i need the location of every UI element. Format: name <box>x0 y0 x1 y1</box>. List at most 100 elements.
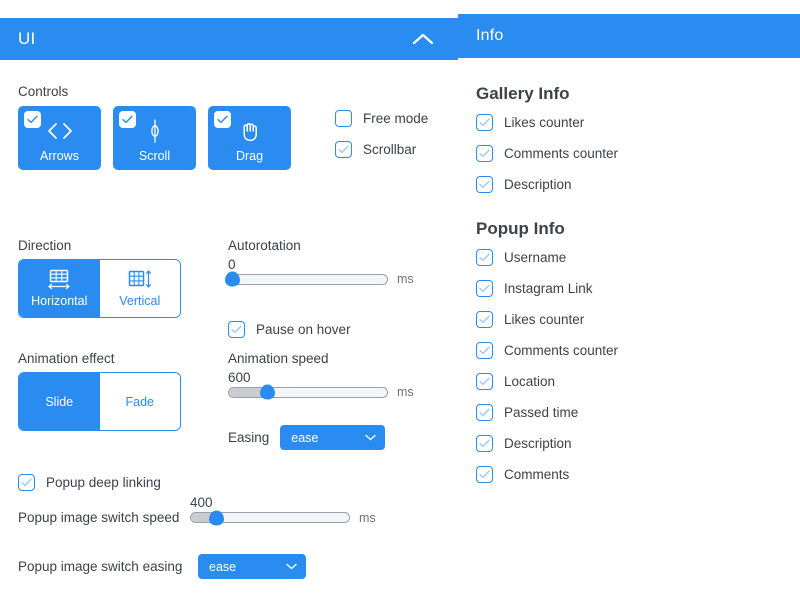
gallery-likes-counter-checkbox[interactable] <box>476 114 493 131</box>
controls-card-group: Arrows Scroll Drag <box>18 106 291 170</box>
autorotation-slider-thumb[interactable] <box>225 271 241 287</box>
popup-likes-counter-checkbox[interactable] <box>476 311 493 328</box>
popup-description-checkbox[interactable] <box>476 435 493 452</box>
gallery-description-checkbox[interactable] <box>476 176 493 193</box>
popup-comments-counter-checkbox[interactable] <box>476 342 493 359</box>
chevron-down-icon <box>286 563 297 570</box>
popup-likes-counter-label: Likes counter <box>504 312 585 327</box>
direction-option-horizontal-label: Horizontal <box>31 294 88 308</box>
control-card-arrows-label: Arrows <box>40 149 79 163</box>
popup-description-label: Description <box>504 436 572 451</box>
control-card-arrows[interactable]: Arrows <box>18 106 101 170</box>
gallery-comments-counter-label: Comments counter <box>504 146 619 161</box>
animation-speed-slider-thumb[interactable] <box>259 384 275 400</box>
gallery-likes-counter-row[interactable]: Likes counter <box>476 114 800 131</box>
direction-option-horizontal[interactable]: Horizontal <box>19 260 100 317</box>
control-card-arrows-checkbox[interactable] <box>24 111 41 128</box>
gallery-comments-counter-row[interactable]: Comments counter <box>476 145 800 162</box>
autorotation-value: 0 <box>228 256 236 272</box>
animation-speed-slider[interactable]: 600 ms <box>228 370 428 400</box>
popup-instagram-link-row[interactable]: Instagram Link <box>476 280 800 297</box>
popup-passed-time-checkbox[interactable] <box>476 404 493 421</box>
free-mode-row[interactable]: Free mode <box>335 110 428 127</box>
free-mode-checkbox[interactable] <box>335 110 352 127</box>
popup-deep-linking-row[interactable]: Popup deep linking <box>18 474 161 491</box>
popup-deep-linking-label: Popup deep linking <box>46 475 161 490</box>
easing-field: Easing ease <box>228 425 386 450</box>
popup-passed-time-label: Passed time <box>504 405 579 420</box>
popup-passed-time-row[interactable]: Passed time <box>476 404 800 421</box>
popup-username-checkbox[interactable] <box>476 249 493 266</box>
pause-on-hover-checkbox[interactable] <box>228 321 245 338</box>
pause-on-hover-row[interactable]: Pause on hover <box>228 321 351 338</box>
direction-toggle-group: Horizontal Vertical <box>18 259 181 318</box>
chevron-down-icon <box>365 434 376 441</box>
scrollbar-label: Scrollbar <box>363 142 417 157</box>
popup-comments-counter-label: Comments counter <box>504 343 619 358</box>
ui-panel-header: UI <box>0 18 458 60</box>
animation-effect-option-slide-label: Slide <box>45 394 74 409</box>
scrollbar-row[interactable]: Scrollbar <box>335 141 428 158</box>
direction-label: Direction <box>18 238 72 253</box>
popup-comments-row[interactable]: Comments <box>476 466 800 483</box>
gallery-likes-counter-label: Likes counter <box>504 115 585 130</box>
chevron-up-icon[interactable] <box>410 26 436 52</box>
popup-switch-speed-slider[interactable]: 400 ms <box>190 495 376 525</box>
animation-speed-value: 600 <box>228 369 251 385</box>
control-card-scroll[interactable]: Scroll <box>113 106 196 170</box>
popup-username-label: Username <box>504 250 567 265</box>
autorotation-unit: ms <box>397 272 414 286</box>
popup-switch-speed-slider-thumb[interactable] <box>209 510 225 525</box>
gallery-info-list: Likes counter Comments counter Descripti… <box>476 114 800 193</box>
animation-effect-option-slide[interactable]: Slide <box>19 373 100 430</box>
scrollbar-checkbox[interactable] <box>335 141 352 158</box>
info-panel-header: Info <box>458 14 800 58</box>
popup-instagram-link-checkbox[interactable] <box>476 280 493 297</box>
autorotation-slider[interactable]: 0 ms <box>225 257 428 287</box>
easing-select-value: ease <box>291 430 319 445</box>
popup-location-checkbox[interactable] <box>476 373 493 390</box>
autorotation-slider-track[interactable] <box>225 271 388 287</box>
popup-description-row[interactable]: Description <box>476 435 800 452</box>
gallery-comments-counter-checkbox[interactable] <box>476 145 493 162</box>
autorotation-label: Autorotation <box>228 238 301 253</box>
direction-option-vertical[interactable]: Vertical <box>99 260 180 317</box>
popup-deep-linking-checkbox[interactable] <box>18 474 35 491</box>
control-card-drag-checkbox[interactable] <box>214 111 231 128</box>
gallery-description-row[interactable]: Description <box>476 176 800 193</box>
popup-username-row[interactable]: Username <box>476 249 800 266</box>
grid-horizontal-icon <box>42 269 76 291</box>
popup-switch-speed-field: Popup image switch speed 400 ms <box>18 495 376 525</box>
popup-switch-speed-unit: ms <box>359 510 376 525</box>
pause-on-hover-label: Pause on hover <box>256 322 351 337</box>
popup-comments-counter-row[interactable]: Comments counter <box>476 342 800 359</box>
popup-comments-checkbox[interactable] <box>476 466 493 483</box>
animation-effect-option-fade[interactable]: Fade <box>99 373 180 430</box>
easing-select[interactable]: ease <box>280 425 386 450</box>
animation-effect-option-fade-label: Fade <box>125 394 155 409</box>
info-panel-body: Gallery Info Likes counter Comments coun… <box>458 58 800 483</box>
popup-info-list: Username Instagram Link Likes counter Co… <box>476 249 800 483</box>
ui-panel-body: Controls Arrows Scroll Drag Free mode Sc… <box>0 60 458 600</box>
control-card-scroll-label: Scroll <box>138 149 171 163</box>
popup-switch-speed-value: 400 <box>190 495 213 510</box>
popup-location-row[interactable]: Location <box>476 373 800 390</box>
direction-option-vertical-label: Vertical <box>119 294 161 308</box>
ui-panel-title: UI <box>18 29 36 48</box>
control-card-drag-label: Drag <box>235 149 264 163</box>
gallery-description-label: Description <box>504 177 572 192</box>
popup-instagram-link-label: Instagram Link <box>504 281 593 296</box>
popup-comments-label: Comments <box>504 467 570 482</box>
popup-switch-easing-select[interactable]: ease <box>198 554 306 579</box>
popup-switch-easing-label: Popup image switch easing <box>18 559 183 574</box>
settings-screen: UI Controls Arrows Scroll Drag Free mode… <box>0 0 800 600</box>
popup-switch-speed-slider-track[interactable] <box>190 510 350 525</box>
popup-location-label: Location <box>504 374 556 389</box>
control-card-scroll-checkbox[interactable] <box>119 111 136 128</box>
control-card-drag[interactable]: Drag <box>208 106 291 170</box>
free-mode-label: Free mode <box>363 111 429 126</box>
animation-effect-label: Animation effect <box>18 351 115 366</box>
animation-speed-slider-track[interactable] <box>228 384 388 400</box>
grid-vertical-icon <box>125 269 155 291</box>
popup-likes-counter-row[interactable]: Likes counter <box>476 311 800 328</box>
